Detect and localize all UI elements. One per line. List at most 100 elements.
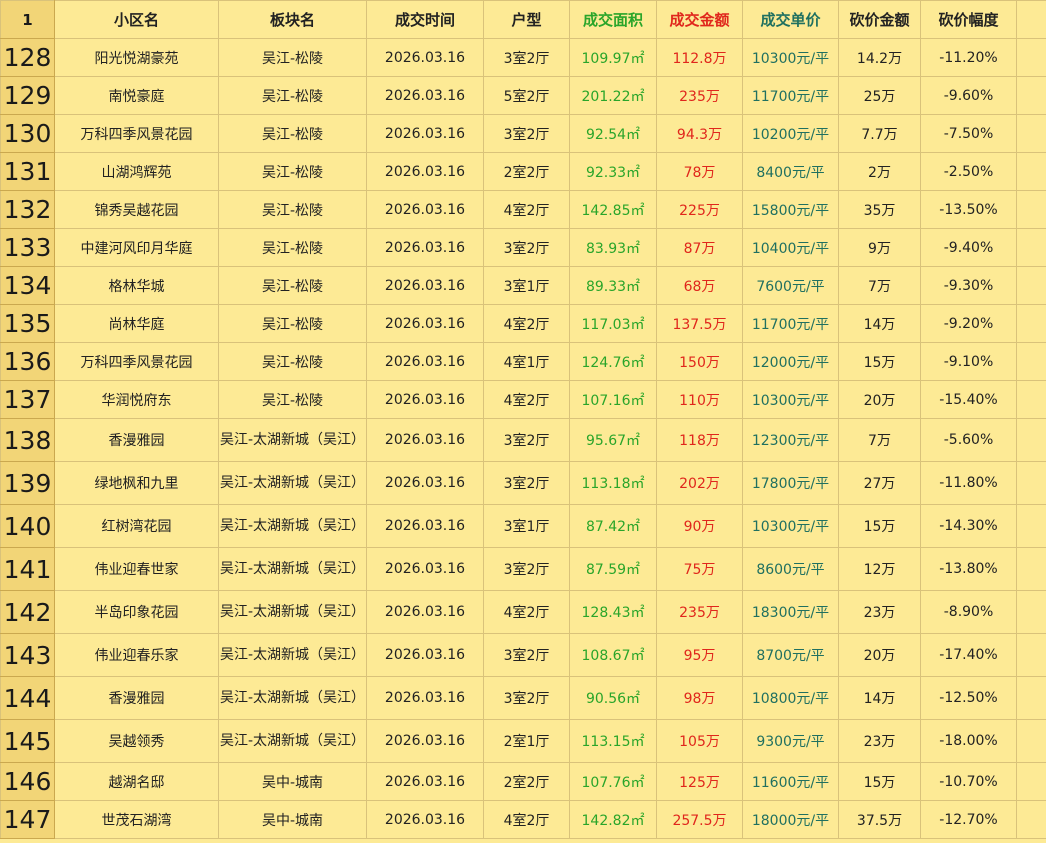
- cell-cut-amount[interactable]: 7.7万: [838, 114, 921, 153]
- cell-community[interactable]: 伟业迎春乐家: [54, 633, 219, 677]
- cell-unit-price[interactable]: 7600元/平: [742, 266, 839, 305]
- cell-district[interactable]: 吴江-太湖新城（吴江）: [218, 633, 367, 677]
- empty-cell[interactable]: [1016, 342, 1046, 381]
- cell-area[interactable]: 128.43㎡: [569, 590, 657, 634]
- cell-date[interactable]: 2026.03.16: [366, 38, 484, 77]
- empty-cell[interactable]: [1016, 76, 1046, 115]
- cell-amount[interactable]: 105万: [656, 719, 743, 763]
- empty-cell[interactable]: [1016, 762, 1046, 801]
- cell-date[interactable]: 2026.03.16: [366, 304, 484, 343]
- cell-layout[interactable]: 4室1厅: [483, 342, 570, 381]
- cell-cut-rate[interactable]: -8.90%: [920, 590, 1017, 634]
- cell-amount[interactable]: 90万: [656, 504, 743, 548]
- cell-unit-price[interactable]: 10200元/平: [742, 114, 839, 153]
- row-header[interactable]: 142: [0, 590, 55, 634]
- empty-cell[interactable]: [1016, 676, 1046, 720]
- empty-cell[interactable]: [1016, 190, 1046, 229]
- cell-date[interactable]: 2026.03.16: [366, 800, 484, 839]
- cell-district[interactable]: 吴江-太湖新城（吴江）: [218, 547, 367, 591]
- cell-cut-rate[interactable]: -14.30%: [920, 504, 1017, 548]
- empty-cell[interactable]: [1016, 461, 1046, 505]
- cell-area[interactable]: 107.76㎡: [569, 762, 657, 801]
- header-community[interactable]: 小区名: [54, 0, 219, 39]
- cell-date[interactable]: 2026.03.16: [366, 152, 484, 191]
- cell-cut-rate[interactable]: -7.50%: [920, 114, 1017, 153]
- cell-date[interactable]: 2026.03.16: [366, 633, 484, 677]
- cell-cut-amount[interactable]: 27万: [838, 461, 921, 505]
- cell-layout[interactable]: 3室2厅: [483, 418, 570, 462]
- cell-district[interactable]: 吴江-松陵: [218, 304, 367, 343]
- cell-district[interactable]: 吴江-松陵: [218, 76, 367, 115]
- cell-date[interactable]: 2026.03.16: [366, 76, 484, 115]
- cell-unit-price[interactable]: 11600元/平: [742, 762, 839, 801]
- cell-amount[interactable]: 202万: [656, 461, 743, 505]
- cell-layout[interactable]: 4室2厅: [483, 590, 570, 634]
- cell-cut-rate[interactable]: -10.70%: [920, 762, 1017, 801]
- cell-cut-rate[interactable]: -2.50%: [920, 152, 1017, 191]
- cell-layout[interactable]: 4室2厅: [483, 304, 570, 343]
- cell-cut-amount[interactable]: 14万: [838, 304, 921, 343]
- cell-date[interactable]: 2026.03.16: [366, 762, 484, 801]
- cell-layout[interactable]: 4室2厅: [483, 800, 570, 839]
- row-header[interactable]: 146: [0, 762, 55, 801]
- empty-cell[interactable]: [1016, 547, 1046, 591]
- cell-amount[interactable]: 87万: [656, 228, 743, 267]
- cell-layout[interactable]: 3室2厅: [483, 114, 570, 153]
- cell-layout[interactable]: 3室2厅: [483, 547, 570, 591]
- cell-cut-rate[interactable]: -9.40%: [920, 228, 1017, 267]
- cell-cut-amount[interactable]: 35万: [838, 190, 921, 229]
- cell-layout[interactable]: 3室2厅: [483, 38, 570, 77]
- cell-cut-rate[interactable]: -18.00%: [920, 719, 1017, 763]
- cell-unit-price[interactable]: 18000元/平: [742, 800, 839, 839]
- cell-unit-price[interactable]: 12300元/平: [742, 418, 839, 462]
- cell-community[interactable]: 中建河风印月华庭: [54, 228, 219, 267]
- empty-cell[interactable]: [1016, 504, 1046, 548]
- cell-district[interactable]: 吴江-太湖新城（吴江）: [218, 719, 367, 763]
- row-header[interactable]: 129: [0, 76, 55, 115]
- cell-date[interactable]: 2026.03.16: [366, 418, 484, 462]
- cell-community[interactable]: 华润悦府东: [54, 380, 219, 419]
- cell-area[interactable]: 108.67㎡: [569, 633, 657, 677]
- cell-district[interactable]: 吴江-太湖新城（吴江）: [218, 418, 367, 462]
- cell-date[interactable]: 2026.03.16: [366, 590, 484, 634]
- cell-unit-price[interactable]: 12000元/平: [742, 342, 839, 381]
- cell-district[interactable]: 吴江-太湖新城（吴江）: [218, 590, 367, 634]
- cell-district[interactable]: 吴中-城南: [218, 800, 367, 839]
- cell-community[interactable]: 香漫雅园: [54, 418, 219, 462]
- cell-cut-amount[interactable]: 9万: [838, 228, 921, 267]
- cell-cut-amount[interactable]: 15万: [838, 504, 921, 548]
- cell-area[interactable]: 142.85㎡: [569, 190, 657, 229]
- cell-amount[interactable]: 225万: [656, 190, 743, 229]
- cell-unit-price[interactable]: 10400元/平: [742, 228, 839, 267]
- cell-amount[interactable]: 75万: [656, 547, 743, 591]
- cell-district[interactable]: 吴江-松陵: [218, 114, 367, 153]
- header-layout[interactable]: 户型: [483, 0, 570, 39]
- cell-community[interactable]: 吴越领秀: [54, 719, 219, 763]
- cell-cut-rate[interactable]: -15.40%: [920, 380, 1017, 419]
- cell-date[interactable]: 2026.03.16: [366, 114, 484, 153]
- cell-district[interactable]: 吴江-太湖新城（吴江）: [218, 461, 367, 505]
- cell-amount[interactable]: 125万: [656, 762, 743, 801]
- cell-community[interactable]: 世茂石湖湾: [54, 800, 219, 839]
- empty-cell[interactable]: [1016, 719, 1046, 763]
- cell-cut-amount[interactable]: 15万: [838, 342, 921, 381]
- cell-community[interactable]: 格林华城: [54, 266, 219, 305]
- cell-cut-amount[interactable]: 20万: [838, 633, 921, 677]
- cell-unit-price[interactable]: 18300元/平: [742, 590, 839, 634]
- cell-amount[interactable]: 95万: [656, 633, 743, 677]
- empty-cell[interactable]: [1016, 590, 1046, 634]
- cell-cut-amount[interactable]: 7万: [838, 266, 921, 305]
- cell-layout[interactable]: 3室1厅: [483, 266, 570, 305]
- row-header[interactable]: 128: [0, 38, 55, 77]
- cell-layout[interactable]: 3室2厅: [483, 228, 570, 267]
- cell-area[interactable]: 95.67㎡: [569, 418, 657, 462]
- cell-unit-price[interactable]: 11700元/平: [742, 76, 839, 115]
- cell-cut-amount[interactable]: 2万: [838, 152, 921, 191]
- cell-unit-price[interactable]: 17800元/平: [742, 461, 839, 505]
- row-header[interactable]: 135: [0, 304, 55, 343]
- cell-area[interactable]: 89.33㎡: [569, 266, 657, 305]
- empty-cell[interactable]: [1016, 114, 1046, 153]
- cell-cut-amount[interactable]: 23万: [838, 719, 921, 763]
- cell-area[interactable]: 124.76㎡: [569, 342, 657, 381]
- cell-area[interactable]: 113.18㎡: [569, 461, 657, 505]
